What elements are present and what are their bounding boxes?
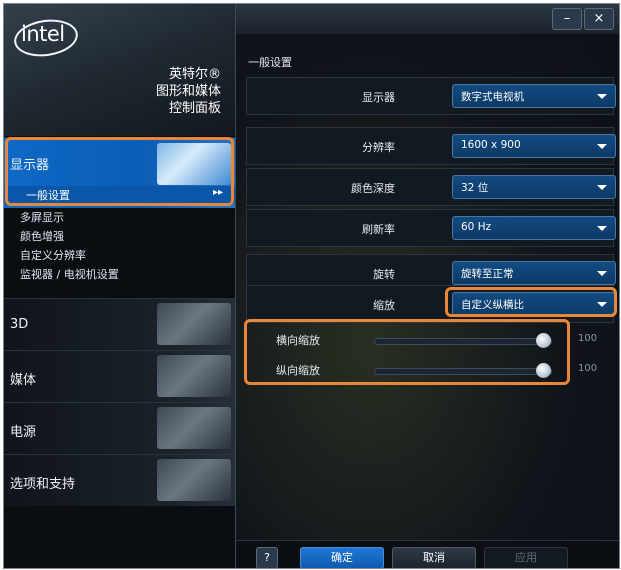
sidebar-item-label: 媒体 <box>10 373 37 388</box>
slider-knob[interactable] <box>536 333 551 348</box>
select-value: 1600 x 900 <box>461 139 521 151</box>
select-value: 数字式电视机 <box>461 91 524 103</box>
slider-value: 100 <box>578 333 598 344</box>
caret-down-icon <box>597 302 607 307</box>
slider-label: 纵向缩放 <box>276 364 320 377</box>
resolution-select[interactable]: 1600 x 900 <box>452 134 616 158</box>
product-title-line3: 控制面板 <box>168 101 221 116</box>
setting-row-scaling: 缩放 自定义纵横比 <box>246 285 616 323</box>
close-button[interactable]: × <box>584 8 614 30</box>
setting-label: 显示器 <box>362 91 395 104</box>
sidebar-item-power[interactable]: 电源 <box>4 402 235 454</box>
intel-logo-text: intel <box>21 22 65 46</box>
sidebar-item-display-label: 显示器 <box>10 158 50 173</box>
setting-label: 分辨率 <box>362 141 395 154</box>
sidebar-subitem-color-enhancement[interactable]: 颜色增强 <box>4 227 235 246</box>
product-title-line2: 图形和媒体 <box>155 84 221 99</box>
setting-row-display: 显示器 数字式电视机 <box>246 77 616 115</box>
sidebar-item-label: 电源 <box>10 425 37 440</box>
select-value: 60 Hz <box>461 221 492 233</box>
scaling-select[interactable]: 自定义纵横比 <box>452 292 616 316</box>
minimize-button[interactable]: – <box>552 8 582 30</box>
brand-header: intel 英特尔® 图形和媒体 控制面板 <box>4 4 235 136</box>
horizontal-scaling-slider[interactable] <box>374 333 552 348</box>
sidebar-item-options-support[interactable]: 选项和支持 <box>4 454 235 506</box>
setting-label: 颜色深度 <box>351 182 395 195</box>
footer-bar: ? 确定 取消 应用 <box>236 540 619 568</box>
vertical-scaling-slider[interactable] <box>374 363 552 378</box>
slider-value: 100 <box>578 363 598 374</box>
setting-label: 缩放 <box>373 299 395 312</box>
sidebar-item-label: 3D <box>10 317 29 332</box>
sidebar-subitem-label: 一般设置 <box>26 189 70 202</box>
sidebar-subitem-custom-resolution[interactable]: 自定义分辨率 <box>4 246 235 265</box>
select-value: 自定义纵横比 <box>461 299 524 311</box>
monitor-icon <box>157 143 231 185</box>
power-icon <box>157 407 231 449</box>
sidebar-item-3d[interactable]: 3D <box>4 298 235 350</box>
setting-label: 刷新率 <box>362 223 395 236</box>
sidebar-sublist: 多屏显示 颜色增强 自定义分辨率 监视器 / 电视机设置 <box>4 208 235 284</box>
page-title: 一般设置 <box>248 56 292 69</box>
title-bar: – × <box>236 4 619 34</box>
refresh-rate-select[interactable]: 60 Hz <box>452 216 616 240</box>
sidebar-subitem-multi-display[interactable]: 多屏显示 <box>4 208 235 227</box>
setting-label: 旋转 <box>373 268 395 281</box>
media-icon <box>157 355 231 397</box>
caret-down-icon <box>597 185 607 190</box>
main-panel: – × 一般设置 显示器 数字式电视机 分辨率 1600 x 900 颜色深度 … <box>236 4 619 568</box>
setting-row-resolution: 分辨率 1600 x 900 <box>246 127 616 165</box>
sidebar-subitem-general-settings[interactable]: 一般设置 ▸▸ <box>4 186 235 204</box>
color-depth-select[interactable]: 32 位 <box>452 175 616 199</box>
caret-down-icon <box>597 94 607 99</box>
sidebar-item-label: 选项和支持 <box>10 477 76 492</box>
rotation-select[interactable]: 旋转至正常 <box>452 261 616 285</box>
select-value: 旋转至正常 <box>461 268 514 280</box>
sidebar: intel 英特尔® 图形和媒体 控制面板 显示器 一般设置 ▸▸ 多屏显示 颜… <box>4 4 236 568</box>
help-button[interactable]: ? <box>256 547 278 568</box>
3d-icon <box>157 303 231 345</box>
options-icon <box>157 459 231 501</box>
apply-button[interactable]: 应用 <box>484 547 568 568</box>
select-value: 32 位 <box>461 182 489 194</box>
horizontal-scaling-slider-row: 横向缩放 100 <box>246 328 612 352</box>
sidebar-subitem-monitor-tv-settings[interactable]: 监视器 / 电视机设置 <box>4 265 235 284</box>
display-select[interactable]: 数字式电视机 <box>452 84 616 108</box>
sidebar-item-media[interactable]: 媒体 <box>4 350 235 402</box>
cancel-button[interactable]: 取消 <box>392 547 476 568</box>
product-title-line1: 英特尔® <box>168 67 221 82</box>
vertical-scaling-slider-row: 纵向缩放 100 <box>246 358 612 382</box>
caret-down-icon <box>597 226 607 231</box>
slider-label: 横向缩放 <box>276 334 320 347</box>
setting-row-refresh-rate: 刷新率 60 Hz <box>246 209 616 247</box>
double-chevron-right-icon: ▸▸ <box>212 187 223 198</box>
caret-down-icon <box>597 271 607 276</box>
caret-down-icon <box>597 144 607 149</box>
setting-row-color-depth: 颜色深度 32 位 <box>246 168 616 206</box>
app-window: intel 英特尔® 图形和媒体 控制面板 显示器 一般设置 ▸▸ 多屏显示 颜… <box>3 3 620 569</box>
ok-button[interactable]: 确定 <box>300 547 384 568</box>
product-title: 英特尔® 图形和媒体 控制面板 <box>156 66 221 117</box>
slider-knob[interactable] <box>536 363 551 378</box>
